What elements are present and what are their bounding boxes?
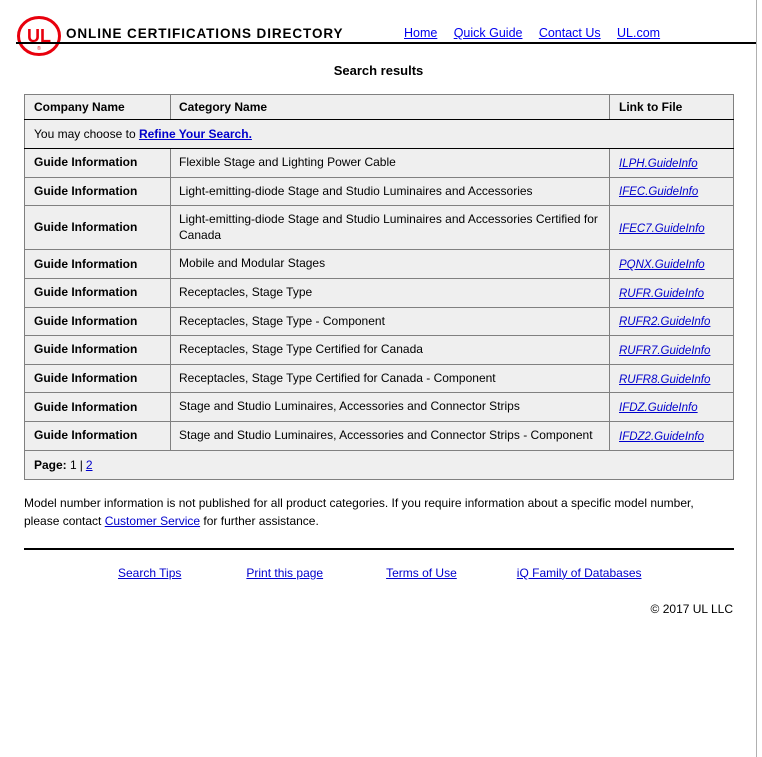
guide-info-link[interactable]: RUFR2.GuideInfo <box>619 316 710 328</box>
table-row: Guide Information Receptacles, Stage Typ… <box>24 363 734 394</box>
table-row: Guide Information Light-emitting-diode S… <box>24 205 734 251</box>
refine-search-cell: You may choose to Refine Your Search. <box>24 119 734 149</box>
cell-link-to-file: RUFR2.GuideInfo <box>609 306 734 337</box>
viewport-right-edge <box>756 0 762 757</box>
cell-company-name: Guide Information <box>24 205 171 251</box>
cell-link-to-file: RUFR.GuideInfo <box>609 277 734 308</box>
cell-category-name: Stage and Studio Luminaires, Accessories… <box>170 420 610 451</box>
table-row: Guide Information Flexible Stage and Lig… <box>24 148 734 178</box>
column-header-category-name: Category Name <box>170 94 610 120</box>
guide-info-link[interactable]: IFEC7.GuideInfo <box>619 223 705 235</box>
cell-category-name: Flexible Stage and Lighting Power Cable <box>170 148 610 178</box>
pagination-cell: Page: 1 | 2 <box>24 449 734 480</box>
footer-link-search-tips[interactable]: Search Tips <box>118 566 181 580</box>
model-number-disclaimer: Model number information is not publishe… <box>24 494 724 531</box>
cell-category-name: Receptacles, Stage Type Certified for Ca… <box>170 363 610 394</box>
page-root: UL ® ONLINE CERTIFICATIONS DIRECTORY Hom… <box>0 0 757 616</box>
guide-info-link[interactable]: RUFR7.GuideInfo <box>619 345 710 357</box>
cell-category-name: Receptacles, Stage Type Certified for Ca… <box>170 335 610 365</box>
page-title: Search results <box>333 63 424 78</box>
table-row: Guide Information Mobile and Modular Sta… <box>24 249 734 279</box>
cell-link-to-file: ILPH.GuideInfo <box>609 148 734 178</box>
cell-category-name: Stage and Studio Luminaires, Accessories… <box>170 392 610 422</box>
cell-company-name: Guide Information <box>24 277 171 308</box>
guide-info-link[interactable]: IFEC.GuideInfo <box>619 186 698 198</box>
guide-info-link[interactable]: RUFR8.GuideInfo <box>619 374 710 386</box>
cell-company-name: Guide Information <box>24 363 171 394</box>
cell-company-name: Guide Information <box>24 335 171 365</box>
table-header-row: Company Name Category Name Link to File <box>24 94 734 120</box>
guide-info-link[interactable]: RUFR.GuideInfo <box>619 288 704 300</box>
cell-link-to-file: IFEC.GuideInfo <box>609 176 734 207</box>
disclaimer-text-part-2: for further assistance. <box>200 514 319 529</box>
cell-company-name: Guide Information <box>24 420 171 451</box>
cell-link-to-file: RUFR8.GuideInfo <box>609 363 734 394</box>
cell-link-to-file: RUFR7.GuideInfo <box>609 335 734 365</box>
table-row: Guide Information Receptacles, Stage Typ… <box>24 335 734 365</box>
cell-category-name: Receptacles, Stage Type - Component <box>170 306 610 337</box>
refine-your-search-link[interactable]: Refine Your Search. <box>139 127 252 141</box>
footer-link-terms-of-use[interactable]: Terms of Use <box>386 566 457 580</box>
ul-logo-icon[interactable]: UL ® <box>16 16 62 56</box>
column-header-link-to-file: Link to File <box>609 94 734 120</box>
cell-company-name: Guide Information <box>24 249 171 279</box>
pagination-current-page: 1 <box>70 457 77 472</box>
footer-link-print-this-page[interactable]: Print this page <box>246 566 323 580</box>
results-table-container: You may choose to Refine Your Search. Co… <box>24 94 734 480</box>
refine-search-prefix: You may choose to <box>34 127 139 141</box>
footer-nav: Search Tips Print this page Terms of Use iQ… <box>0 566 757 580</box>
pagination-row: Page: 1 | 2 <box>24 449 734 480</box>
refine-search-row: You may choose to Refine Your Search. <box>24 119 734 149</box>
pagination-label: Page: <box>34 457 67 472</box>
customer-service-link[interactable]: Customer Service <box>105 514 200 528</box>
nav-link-quick-guide[interactable]: Quick Guide <box>454 26 523 40</box>
cell-category-name: Mobile and Modular Stages <box>170 249 610 279</box>
table-row: Guide Information Stage and Studio Lumin… <box>24 392 734 422</box>
nav-link-ul-com[interactable]: UL.com <box>617 26 660 40</box>
table-row: Guide Information Receptacles, Stage Typ… <box>24 277 734 308</box>
cell-category-name: Light-emitting-diode Stage and Studio Lu… <box>170 176 610 207</box>
results-body: Guide Information Flexible Stage and Lig… <box>24 148 734 480</box>
cell-company-name: Guide Information <box>24 176 171 207</box>
cell-company-name: Guide Information <box>24 306 171 337</box>
search-results-table: You may choose to Refine Your Search. Co… <box>24 94 734 480</box>
copyright-notice: © 2017 UL LLC <box>650 601 733 616</box>
cell-link-to-file: PQNX.GuideInfo <box>609 249 734 279</box>
svg-text:®: ® <box>37 45 41 52</box>
cell-link-to-file: IFDZ2.GuideInfo <box>609 420 734 451</box>
cell-company-name: Guide Information <box>24 392 171 422</box>
footer-link-iq-family-of-databases[interactable]: iQ Family of Databases <box>517 566 642 580</box>
cell-link-to-file: IFEC7.GuideInfo <box>609 205 734 251</box>
guide-info-link[interactable]: ILPH.GuideInfo <box>619 158 698 170</box>
pagination-separator: | <box>79 457 83 472</box>
brand-title: ONLINE CERTIFICATIONS DIRECTORY <box>66 26 344 41</box>
cell-category-name: Receptacles, Stage Type <box>170 277 610 308</box>
table-row: Guide Information Light-emitting-diode S… <box>24 176 734 207</box>
cell-company-name: Guide Information <box>24 148 171 178</box>
guide-info-link[interactable]: IFDZ2.GuideInfo <box>619 431 704 443</box>
column-header-company-name: Company Name <box>24 94 171 120</box>
top-nav: Home Quick Guide Contact Us UL.com <box>404 26 660 40</box>
footer-divider <box>24 547 734 550</box>
table-row: Guide Information Stage and Studio Lumin… <box>24 420 734 451</box>
guide-info-link[interactable]: IFDZ.GuideInfo <box>619 402 698 414</box>
cell-link-to-file: IFDZ.GuideInfo <box>609 392 734 422</box>
pagination-page-2-link[interactable]: 2 <box>86 458 93 472</box>
site-masthead: UL ® ONLINE CERTIFICATIONS DIRECTORY Hom… <box>0 0 757 56</box>
masthead-divider <box>16 42 757 44</box>
nav-link-home[interactable]: Home <box>404 26 437 40</box>
cell-category-name: Light-emitting-diode Stage and Studio Lu… <box>170 205 610 251</box>
nav-link-contact-us[interactable]: Contact Us <box>539 26 601 40</box>
guide-info-link[interactable]: PQNX.GuideInfo <box>619 259 705 271</box>
table-row: Guide Information Receptacles, Stage Typ… <box>24 306 734 337</box>
